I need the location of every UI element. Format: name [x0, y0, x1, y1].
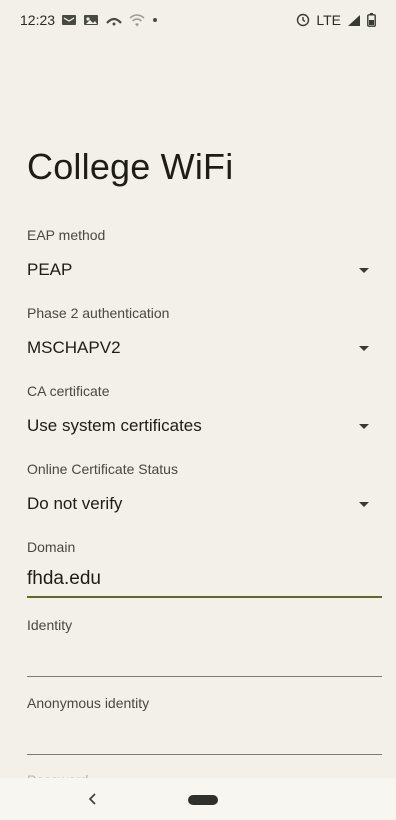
page-title: College WiFi	[27, 146, 234, 187]
anonymous-identity-input[interactable]	[27, 721, 382, 755]
hotspot-icon	[105, 14, 123, 26]
phase2-auth-value: MSCHAPV2	[27, 338, 121, 357]
signal-icon	[347, 14, 361, 27]
identity-label: Identity	[27, 617, 73, 633]
status-left: 12:23	[20, 12, 159, 28]
status-time: 12:23	[20, 12, 56, 28]
online-cert-status-dropdown[interactable]: Do not verify	[27, 489, 382, 519]
eap-method-dropdown[interactable]: PEAP	[27, 255, 382, 285]
domain-input[interactable]: fhda.edu	[27, 564, 382, 598]
dropdown-arrow-icon	[359, 345, 369, 351]
dropdown-arrow-icon	[359, 423, 369, 429]
dropdown-arrow-icon	[359, 501, 369, 507]
status-right: LTE	[296, 12, 376, 28]
ca-certificate-dropdown[interactable]: Use system certificates	[27, 411, 382, 441]
network-type-label: LTE	[316, 12, 341, 28]
online-cert-status-value: Do not verify	[27, 494, 123, 513]
ca-certificate-value: Use system certificates	[27, 416, 202, 435]
battery-icon	[367, 13, 376, 27]
online-cert-status-label: Online Certificate Status	[27, 461, 178, 477]
alarm-icon	[296, 13, 310, 27]
dot-icon	[151, 16, 159, 24]
photo-icon	[83, 14, 99, 26]
back-icon[interactable]	[85, 788, 99, 810]
dropdown-arrow-icon	[359, 267, 369, 273]
anonymous-identity-label: Anonymous identity	[27, 695, 150, 711]
wifi-icon	[129, 13, 145, 27]
home-pill[interactable]	[188, 795, 218, 805]
status-bar: 12:23 LTE	[0, 0, 396, 40]
eap-method-label: EAP method	[27, 227, 106, 243]
navigation-bar	[0, 778, 396, 820]
phase2-auth-label: Phase 2 authentication	[27, 305, 170, 321]
eap-method-value: PEAP	[27, 260, 73, 279]
ca-certificate-label: CA certificate	[27, 383, 110, 399]
message-icon	[61, 14, 77, 26]
identity-input[interactable]	[27, 643, 382, 677]
domain-label: Domain	[27, 539, 76, 555]
phase2-auth-dropdown[interactable]: MSCHAPV2	[27, 333, 382, 363]
